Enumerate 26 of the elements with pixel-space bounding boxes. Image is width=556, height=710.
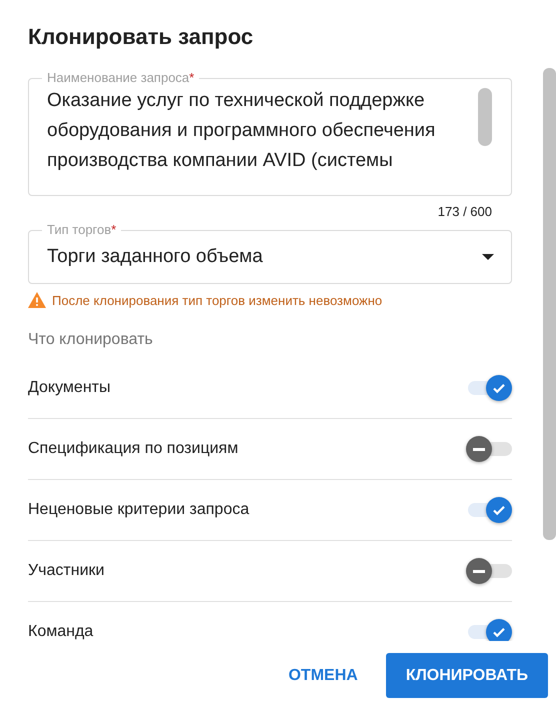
minus-icon xyxy=(473,570,485,572)
field-label: Наименование запроса* xyxy=(42,70,200,86)
option-label: Спецификация по позициям xyxy=(28,440,238,458)
cancel-button[interactable]: ОТМЕНА xyxy=(280,653,366,698)
option-label: Команда xyxy=(28,623,94,641)
field-label: Тип торгов* xyxy=(42,222,122,238)
toggle-switch[interactable] xyxy=(466,619,512,641)
option-label: Неценовые критерии запроса xyxy=(28,501,250,519)
warning-icon xyxy=(28,292,46,308)
toggle-switch[interactable] xyxy=(466,558,512,584)
type-select[interactable]: Тип торгов* Торги заданного объема xyxy=(28,222,512,284)
scrollbar-thumb[interactable] xyxy=(478,88,492,146)
section-title: Что клонировать xyxy=(28,330,154,350)
dropdown-caret-icon xyxy=(482,254,494,260)
warning-text: После клонирования тип торгов изменить невозможно xyxy=(52,292,382,308)
option-label: Участники xyxy=(28,562,104,580)
toggle-switch[interactable] xyxy=(466,375,512,401)
dialog-title: Клонировать запрос xyxy=(27,23,254,51)
character-counter: 173 / 600 xyxy=(438,204,492,220)
clone-button[interactable]: КЛОНИРОВАТЬ xyxy=(386,653,548,698)
toggle-switch[interactable] xyxy=(466,436,512,462)
scrollbar-thumb[interactable] xyxy=(543,68,556,540)
option-label: Документы xyxy=(28,379,110,397)
toggle-switch[interactable] xyxy=(466,497,512,523)
minus-icon xyxy=(473,448,485,450)
name-textarea[interactable]: Наименование запроса* Оказание услуг по технической поддержке оборудования и программного обеспечения производства компании AVID (системы xyxy=(28,70,512,196)
